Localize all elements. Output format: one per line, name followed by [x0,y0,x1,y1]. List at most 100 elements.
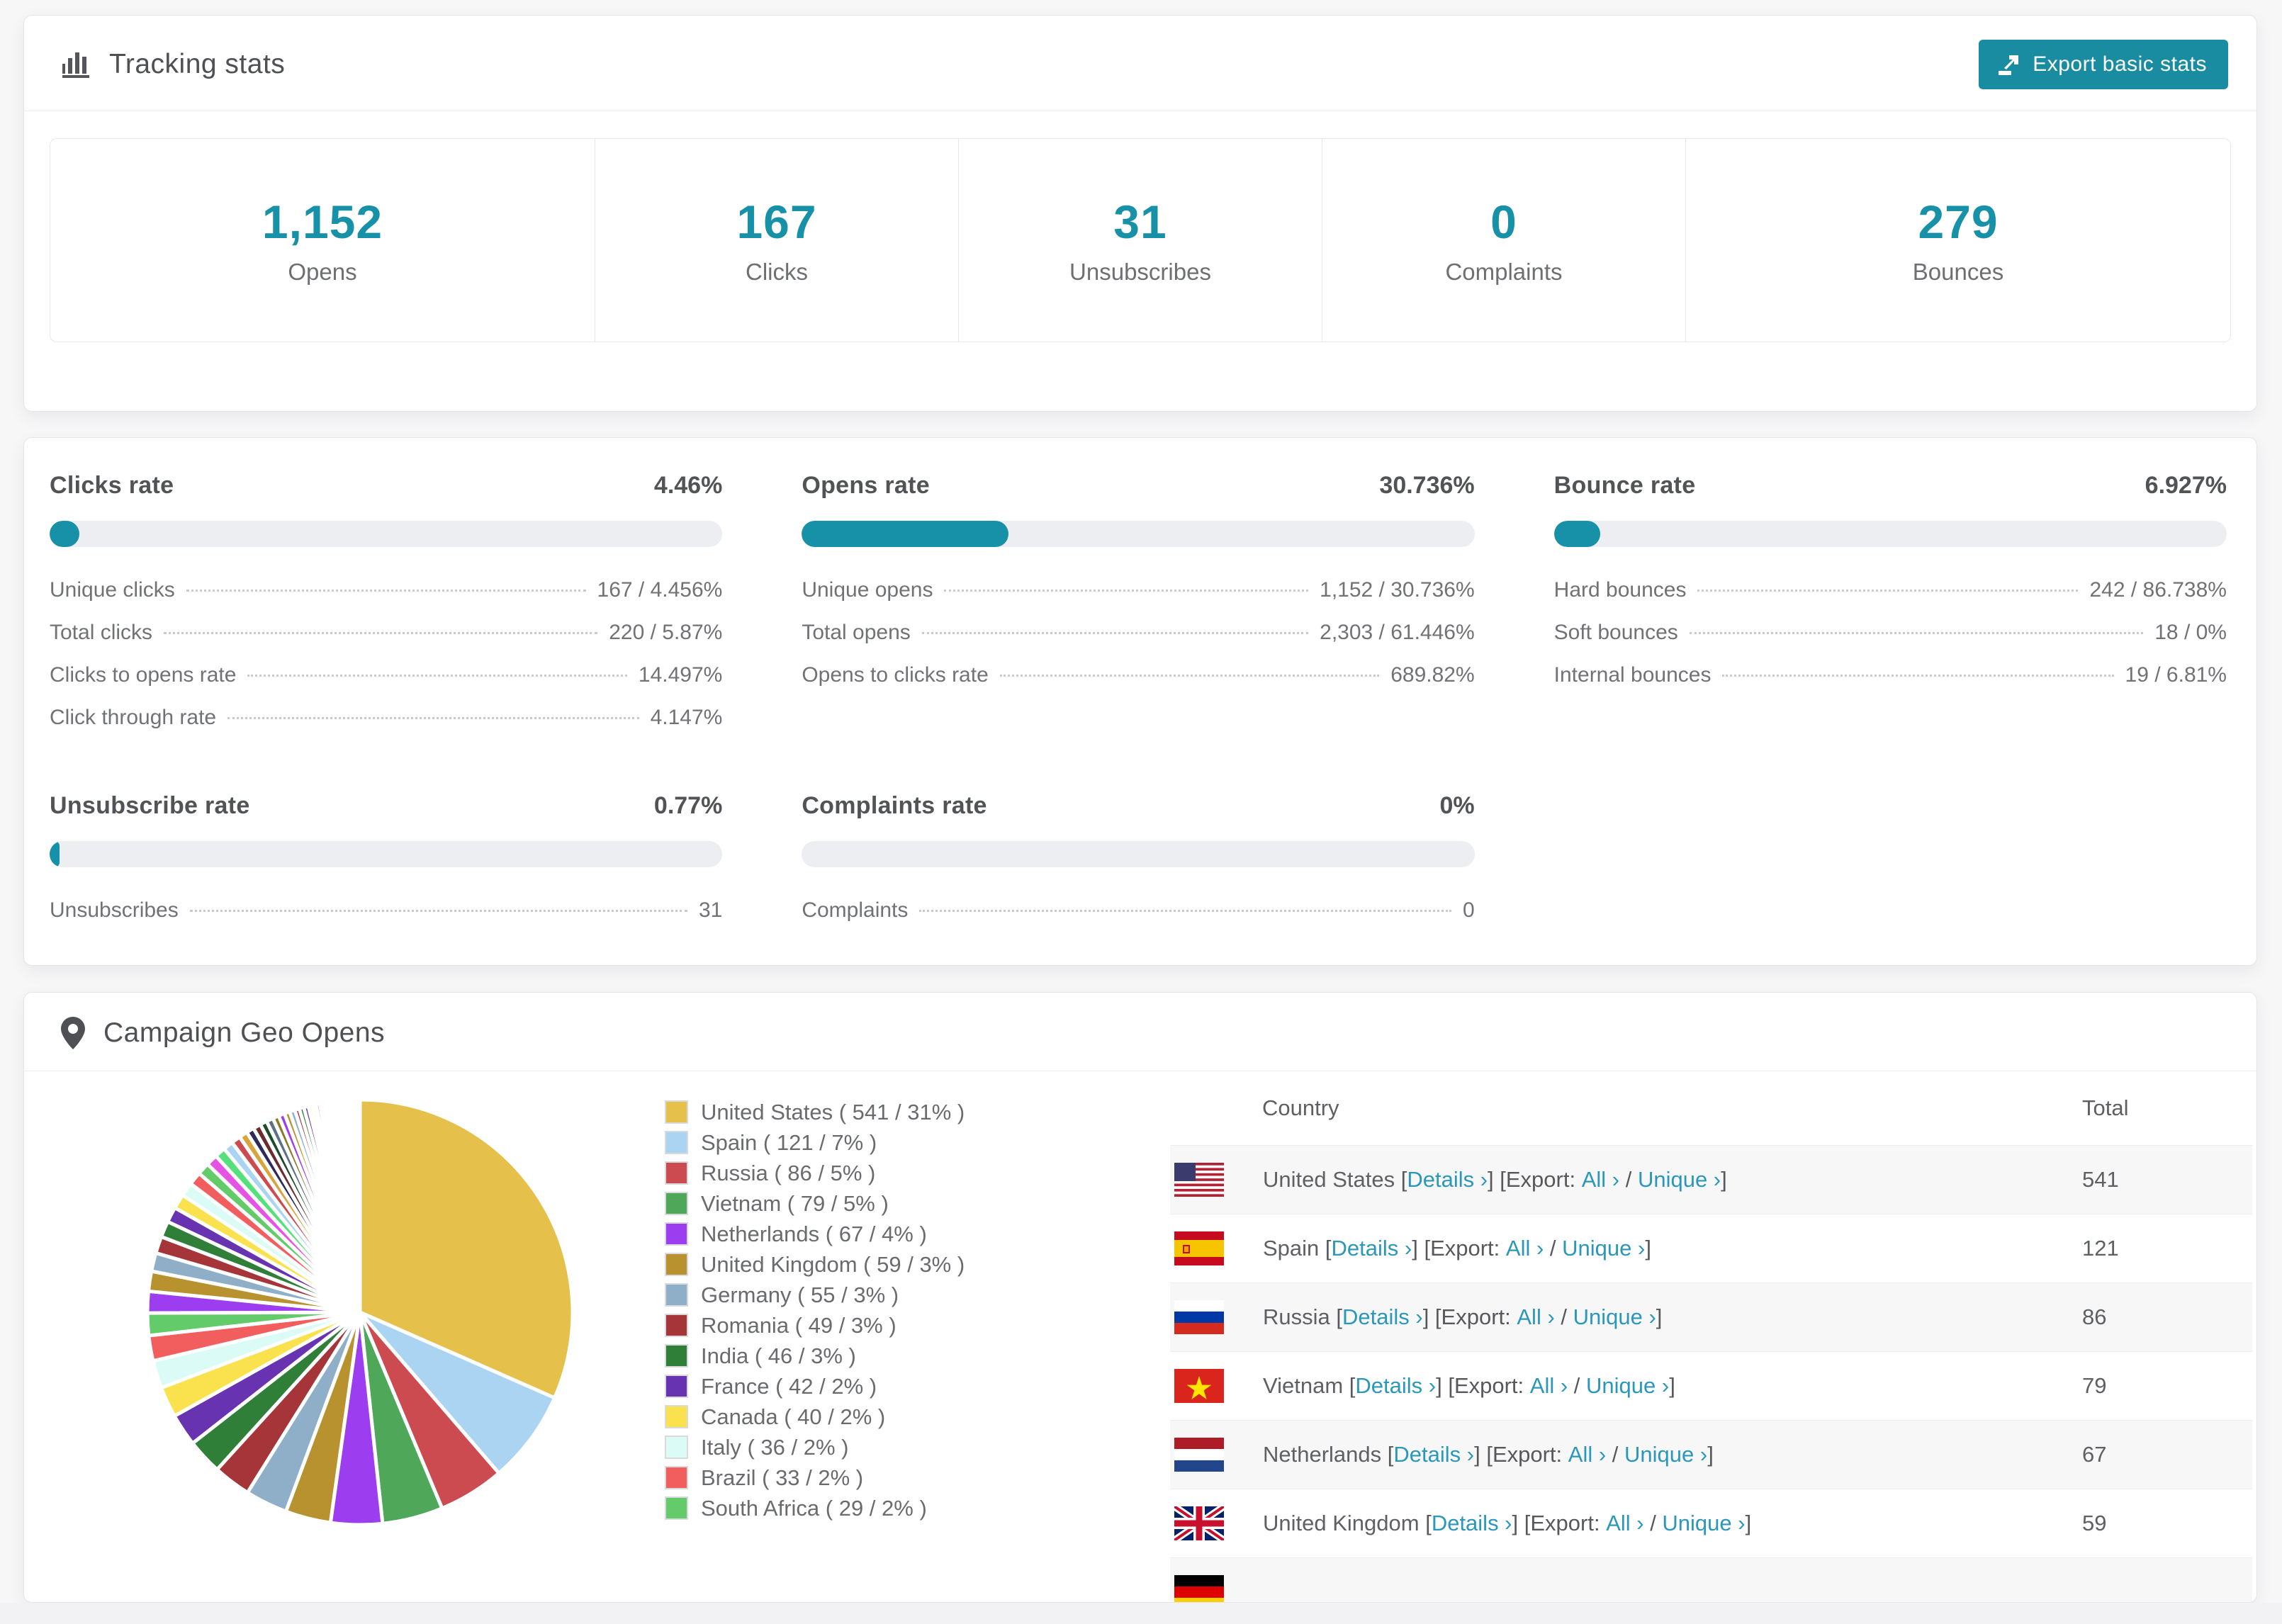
legend-swatch [665,1131,688,1154]
export-unique-link[interactable]: Unique › [1624,1442,1707,1467]
rate-row-value: 242 / 86.738% [2089,578,2227,602]
legend-item-united-states[interactable]: United States ( 541 / 31% ) [665,1097,965,1127]
bracket: ] [1721,1167,1727,1192]
rate-row: Opens to clicks rate 689.82% [802,663,1474,687]
details-link[interactable]: Details › [1393,1442,1474,1467]
dotted-leader [227,717,639,719]
rate-row: Clicks to opens rate 14.497% [50,663,722,687]
rates-grid: Clicks rate 4.46% Unique clicks 167 / 4.456… [24,438,2256,923]
legend-label: South Africa ( 29 / 2% ) [701,1495,927,1521]
geo-table-total-cell: 79 [2082,1373,2107,1398]
export-unique-link[interactable]: Unique › [1662,1511,1745,1536]
flag-icon-us [1174,1163,1263,1197]
rate-title: Bounce rate [1553,472,1696,499]
rate-title: Opens rate [802,472,930,499]
rate-value: 0% [1439,792,1475,819]
slash: / [1544,1236,1563,1261]
legend-item-brazil[interactable]: Brazil ( 33 / 2% ) [665,1462,965,1493]
details-link[interactable]: Details › [1355,1373,1436,1399]
export-all-link[interactable]: All › [1568,1442,1606,1467]
rate-head: Unsubscribe rate 0.77% [50,792,722,820]
geo-header: Campaign Geo Opens [24,993,2256,1071]
legend-item-india[interactable]: India ( 46 / 3% ) [665,1341,965,1371]
legend-item-canada[interactable]: Canada ( 40 / 2% ) [665,1402,965,1432]
bracket: ] [1707,1442,1714,1467]
export-all-link[interactable]: All › [1506,1236,1544,1261]
legend-item-romania[interactable]: Romania ( 49 / 3% ) [665,1310,965,1341]
dotted-leader [921,632,1309,634]
geo-table-row [1170,1557,2252,1602]
legend-item-germany[interactable]: Germany ( 55 / 3% ) [665,1280,965,1310]
rate-row-label: Unique opens [802,578,933,602]
rate-title: Unsubscribe rate [50,792,250,819]
export-unique-link[interactable]: Unique › [1638,1167,1721,1192]
legend-label: Russia ( 86 / 5% ) [701,1160,876,1185]
geo-table-row: United States [Details ›] [Export: All ›… [1170,1145,2252,1214]
legend-item-south-africa[interactable]: South Africa ( 29 / 2% ) [665,1493,965,1523]
legend-swatch [665,1466,688,1489]
details-link[interactable]: Details › [1407,1167,1488,1192]
geo-table-country-cell: Vietnam [Details ›] [Export: All › / Uni… [1170,1369,2082,1403]
rate-block-opens-rate: Opens rate 30.736% Unique opens 1,152 / 30.… [802,472,1475,730]
dotted-leader [1689,632,2144,634]
export-unique-link[interactable]: Unique › [1573,1304,1656,1330]
bracket: ] [Export: [1422,1304,1517,1329]
rate-row-value: 4.147% [650,706,723,729]
rate-value: 6.927% [2145,472,2227,499]
export-all-link[interactable]: All › [1606,1511,1643,1536]
dotted-leader [186,590,586,592]
tracking-stats-title: Tracking stats [61,49,285,80]
details-link[interactable]: Details › [1342,1304,1423,1330]
geo-pie-chart[interactable] [133,1086,587,1539]
legend-item-united-kingdom[interactable]: United Kingdom ( 59 / 3% ) [665,1249,965,1280]
dotted-leader [919,910,1451,912]
rate-row-value: 220 / 5.87% [609,621,723,644]
details-link[interactable]: Details › [1332,1236,1412,1261]
country-name: Spain [1263,1236,1325,1261]
legend-item-spain[interactable]: Spain ( 121 / 7% ) [665,1127,965,1158]
stat-label: Bounces [1912,259,2004,285]
rate-row: Unsubscribes 31 [50,898,722,923]
stat-value: 167 [736,196,817,248]
legend-label: Italy ( 36 / 2% ) [701,1434,849,1460]
rate-title: Complaints rate [802,792,987,819]
legend-item-france[interactable]: France ( 42 / 2% ) [665,1371,965,1402]
export-basic-stats-button[interactable]: Export basic stats [1979,40,2228,89]
export-unique-link[interactable]: Unique › [1586,1373,1669,1399]
rate-row-label: Click through rate [50,706,217,729]
geo-table-row: Spain [Details ›] [Export: All › / Uniqu… [1170,1214,2252,1282]
geo-table-country-cell: Russia [Details ›] [Export: All › / Uniq… [1170,1300,2082,1334]
rate-row-value: 14.497% [638,663,723,687]
rate-row-label: Internal bounces [1553,663,1712,687]
progress-bar [1553,521,2227,547]
legend-item-italy[interactable]: Italy ( 36 / 2% ) [665,1432,965,1462]
rate-row-label: Opens to clicks rate [802,663,989,687]
stat-label: Opens [288,259,357,285]
rate-row-label: Complaints [802,898,909,922]
country-name: Russia [1263,1304,1337,1329]
legend-label: Canada ( 40 / 2% ) [701,1404,886,1429]
pie-slice[interactable] [357,1098,362,1313]
dotted-leader [999,675,1380,677]
rate-row-value: 689.82% [1390,663,1475,687]
legend-item-netherlands[interactable]: Netherlands ( 67 / 4% ) [665,1219,965,1249]
legend-swatch [665,1192,688,1215]
export-all-link[interactable]: All › [1517,1304,1554,1330]
geo-table-country-cell [1170,1575,2082,1602]
legend-label: Germany ( 55 / 3% ) [701,1282,899,1307]
legend-label: Romania ( 49 / 3% ) [701,1312,896,1338]
slash: / [1606,1442,1625,1467]
stat-cell-clicks: 167 Clicks [595,139,958,342]
geo-table-country-cell: United Kingdom [Details ›] [Export: All … [1170,1506,2082,1540]
export-all-link[interactable]: All › [1582,1167,1619,1192]
legend-swatch [665,1314,688,1337]
legend-swatch [665,1222,688,1246]
rate-row-value: 1,152 / 30.736% [1320,578,1475,602]
flag-icon-ru [1174,1300,1263,1334]
details-link[interactable]: Details › [1432,1511,1512,1536]
legend-item-vietnam[interactable]: Vietnam ( 79 / 5% ) [665,1188,965,1219]
bracket: [ [1325,1236,1332,1261]
legend-item-russia[interactable]: Russia ( 86 / 5% ) [665,1158,965,1188]
export-unique-link[interactable]: Unique › [1562,1236,1645,1261]
export-all-link[interactable]: All › [1530,1373,1568,1399]
